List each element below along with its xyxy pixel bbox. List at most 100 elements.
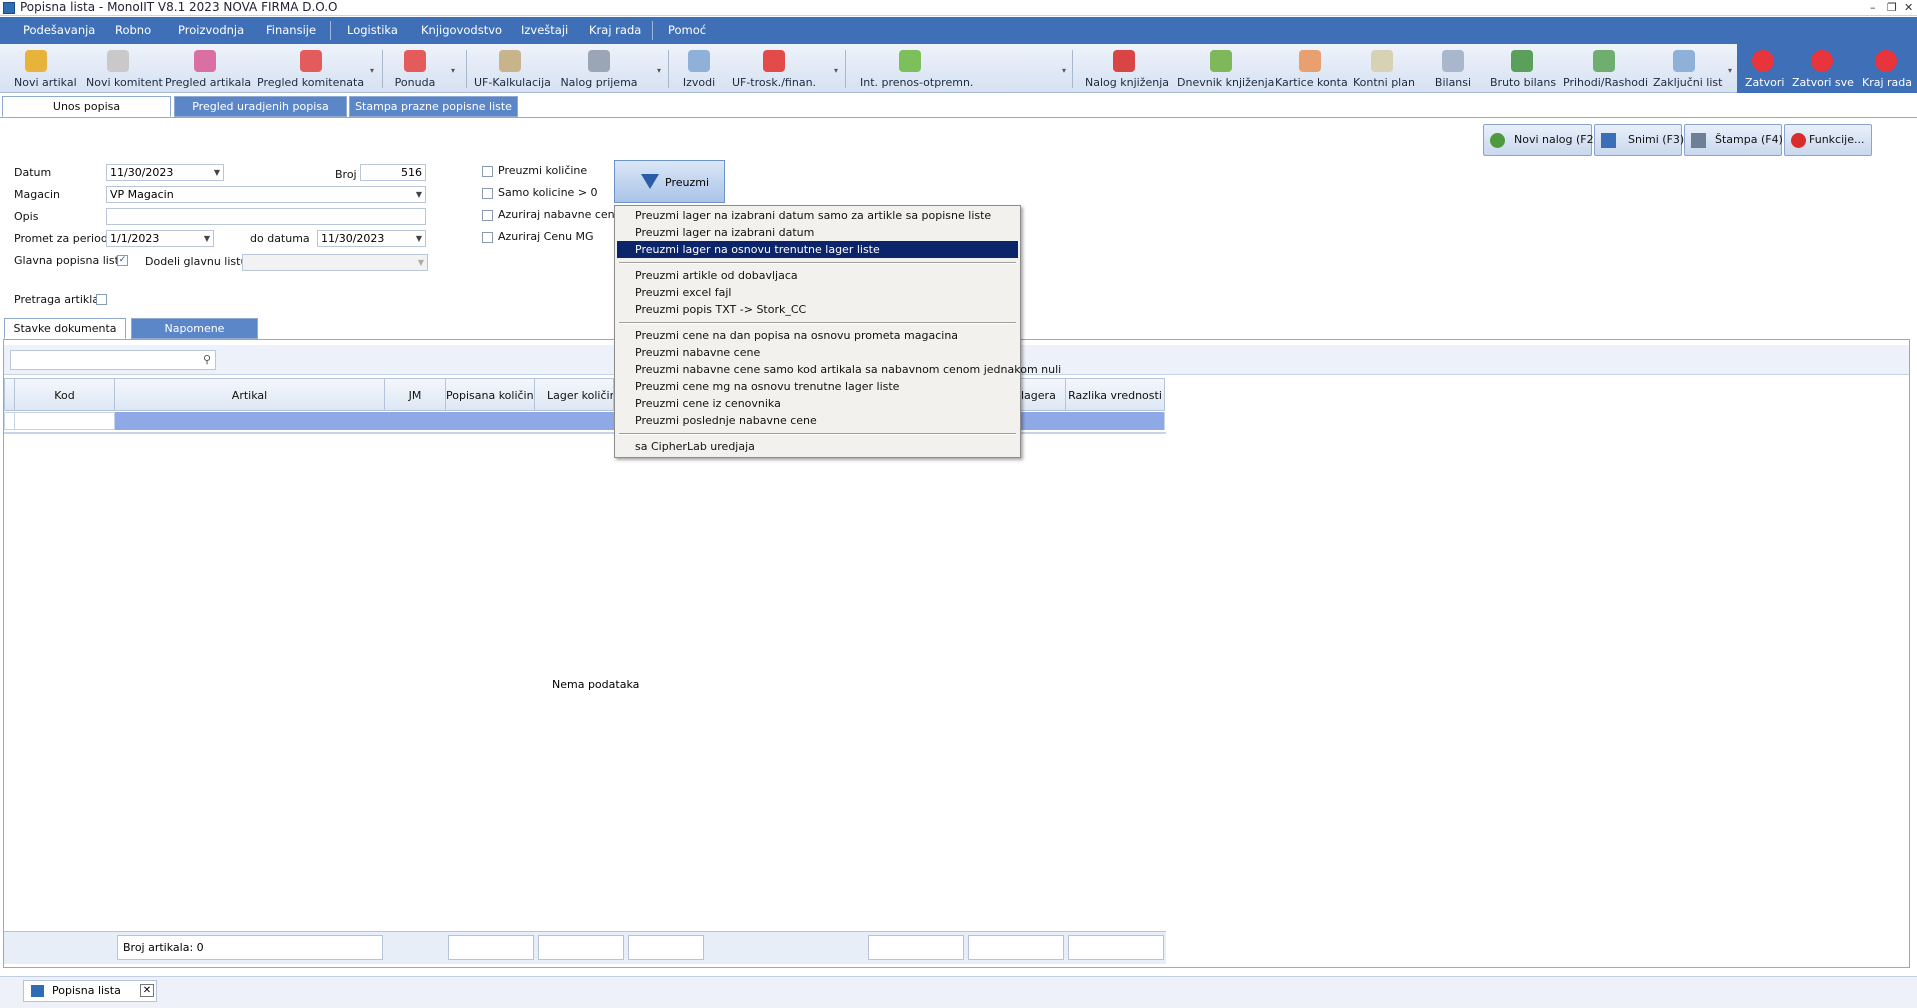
col-jm[interactable]: JM (384, 378, 446, 411)
toolbar-button-balance[interactable]: Bilansi (1433, 44, 1473, 93)
calculation-icon (499, 50, 521, 72)
toolbar-button-close[interactable]: Zatvori (1745, 44, 1785, 93)
menu-item[interactable]: Preuzmi lager na izabrani datum (617, 224, 1018, 241)
samo-kolicine-checkbox[interactable] (482, 188, 493, 199)
glavna-checkbox[interactable]: ✓ (117, 255, 128, 266)
toolbar-button-offer[interactable]: Ponuda (394, 44, 436, 93)
menu-logistika[interactable]: Logistika (347, 17, 398, 44)
menu-item[interactable]: Preuzmi cene mg na osnovu trenutne lager… (617, 378, 1018, 395)
toolbar-label: Kontni plan (1353, 76, 1415, 89)
close-tab-icon[interactable]: ✕ (140, 984, 154, 997)
chevron-down-icon[interactable]: ▾ (657, 66, 661, 75)
toolbar-button-statement[interactable]: Izvodi (679, 44, 719, 93)
toolbar-button-receipt[interactable]: Nalog prijema (560, 44, 638, 93)
menu-item[interactable]: Preuzmi cene na dan popisa na osnovu pro… (617, 327, 1018, 344)
new-order-button[interactable]: Novi nalog (F2) (1483, 124, 1598, 156)
opis-field[interactable] (106, 208, 426, 225)
menu-knjigovodstvo[interactable]: Knjigovodstvo (421, 17, 502, 44)
functions-button[interactable]: Funkcije... (1784, 124, 1872, 156)
chevron-down-icon[interactable]: ▼ (214, 165, 220, 180)
tab-stampa-prazne-popisne-liste[interactable]: Stampa prazne popisne liste (349, 96, 518, 117)
toolbar-button-partner-list[interactable]: Pregled komitenata (257, 44, 364, 93)
toolbar-button-transfer[interactable]: Int. prenos-otpremn. (860, 44, 973, 93)
col-razlika-vrednosti[interactable]: Razlika vrednosti (1065, 378, 1165, 411)
search-input[interactable]: ⚲ (10, 350, 216, 370)
income-expense-icon (1593, 50, 1615, 72)
tab-stavke-dokumenta[interactable]: Stavke dokumenta (4, 318, 126, 339)
tab-unos-popisa[interactable]: Unos popisa (2, 96, 171, 117)
chevron-down-icon[interactable]: ▼ (418, 255, 424, 270)
chevron-down-icon[interactable]: ▾ (451, 66, 455, 75)
menu-item[interactable]: Preuzmi popis TXT -> Stork_CC (617, 301, 1018, 318)
col-lager-kolicina[interactable]: Lager količina (534, 378, 614, 411)
chevron-down-icon[interactable]: ▾ (1728, 66, 1732, 75)
preuzmi-button[interactable]: Preuzmi (614, 160, 725, 203)
chevron-down-icon[interactable]: ▾ (834, 66, 838, 75)
save-button[interactable]: Snimi (F3) (1594, 124, 1684, 156)
menu-pomoc[interactable]: Pomoć (668, 17, 706, 44)
menu-finansije[interactable]: Finansije (266, 17, 316, 44)
chevron-down-icon[interactable]: ▾ (1062, 66, 1066, 75)
toolbar-button-article-list[interactable]: Pregled artikala (165, 44, 251, 93)
menu-item[interactable]: sa CipherLab uredjaja (617, 438, 1018, 455)
new-row-cell[interactable] (14, 412, 115, 430)
tab-pregled-uradjenih-popisa[interactable]: Pregled uradjenih popisa (174, 96, 347, 117)
toolbar-label: Novi artikal (14, 76, 77, 89)
azuriraj-cenu-mg-checkbox[interactable] (482, 232, 493, 243)
chevron-down-icon[interactable]: ▾ (370, 66, 374, 75)
footer-sum (968, 935, 1064, 960)
menu-item[interactable]: Preuzmi poslednje nabavne cene (617, 412, 1018, 429)
broj-field[interactable]: 516 (360, 164, 426, 181)
toolbar-button-chart-of-accounts[interactable]: Kontni plan (1353, 44, 1415, 93)
datum-field[interactable]: 11/30/2023 ▼ (106, 164, 224, 181)
window-close-icon[interactable]: ✕ (1904, 0, 1913, 15)
datum-value: 11/30/2023 (110, 166, 174, 179)
col-lagera[interactable]: lagera (1020, 378, 1066, 411)
restore-icon[interactable]: ❐ (1887, 0, 1897, 15)
toolbar-button-posting[interactable]: Nalog knjiženja (1085, 44, 1169, 93)
menu-robno[interactable]: Robno (115, 17, 151, 44)
promet-od-field[interactable]: 1/1/2023 ▼ (106, 230, 214, 247)
search-icon[interactable]: ⚲ (203, 353, 211, 366)
print-button[interactable]: Štampa (F4) (1684, 124, 1783, 156)
toolbar-label: Zatvori (1745, 76, 1785, 89)
col-popisana-kolicina[interactable]: Popisana količina (445, 378, 535, 411)
toolbar-button-gross-balance[interactable]: Bruto bilans (1490, 44, 1556, 93)
new-partner-icon (107, 50, 129, 72)
pretraga-checkbox[interactable] (96, 294, 107, 305)
col-kod[interactable]: Kod (14, 378, 115, 411)
tab-napomene[interactable]: Napomene (131, 318, 258, 339)
menu-item[interactable]: Preuzmi artikle od dobavljaca (617, 267, 1018, 284)
menu-proizvodnja[interactable]: Proizvodnja (178, 17, 244, 44)
dodeli-select[interactable]: ▼ (242, 254, 428, 271)
col-artikal[interactable]: Artikal (114, 378, 385, 411)
chevron-down-icon[interactable]: ▼ (416, 231, 422, 246)
document-tab[interactable]: Popisna lista ✕ (23, 980, 157, 1002)
menu-item[interactable]: Preuzmi excel fajl (617, 284, 1018, 301)
preuzmi-kolicine-checkbox[interactable] (482, 166, 493, 177)
menu-item[interactable]: Preuzmi nabavne cene (617, 344, 1018, 361)
minimize-icon[interactable]: – (1870, 0, 1876, 15)
menu-podesavanja[interactable]: Podešavanja (23, 17, 95, 44)
menu-izvestaji[interactable]: Izveštaji (521, 17, 568, 44)
menu-item-highlighted[interactable]: Preuzmi lager na osnovu trenutne lager l… (617, 241, 1018, 258)
toolbar-button-income-expense[interactable]: Prihodi/Rashodi (1563, 44, 1648, 93)
toolbar-button-calculation[interactable]: UF-Kalkulacija (474, 44, 551, 93)
toolbar-button-journal[interactable]: Dnevnik knjiženja (1177, 44, 1274, 93)
menu-item[interactable]: Preuzmi nabavne cene samo kod artikala s… (617, 361, 1061, 378)
toolbar-button-cost[interactable]: UF-trosk./finan. (730, 44, 818, 93)
toolbar-button-account-card[interactable]: Kartice konta (1275, 44, 1348, 93)
menu-item[interactable]: Preuzmi lager na izabrani datum samo za … (617, 207, 1018, 224)
chevron-down-icon[interactable]: ▼ (416, 187, 422, 202)
menu-item[interactable]: Preuzmi cene iz cenovnika (617, 395, 1018, 412)
toolbar-button-power[interactable]: Kraj rada (1862, 44, 1912, 93)
toolbar-button-close-all[interactable]: Zatvori sve (1792, 44, 1854, 93)
toolbar-button-closing-sheet[interactable]: Zaključni list (1653, 44, 1722, 93)
chevron-down-icon[interactable]: ▼ (204, 231, 210, 246)
menu-kraj-rada[interactable]: Kraj rada (589, 17, 641, 44)
magacin-select[interactable]: VP Magacin ▼ (106, 186, 426, 203)
promet-do-field[interactable]: 11/30/2023 ▼ (317, 230, 426, 247)
toolbar-button-new-partner[interactable]: Novi komitent (86, 44, 163, 93)
toolbar-button-new-article[interactable]: Novi artikal (14, 44, 77, 93)
azuriraj-nabavne-checkbox[interactable] (482, 210, 493, 221)
